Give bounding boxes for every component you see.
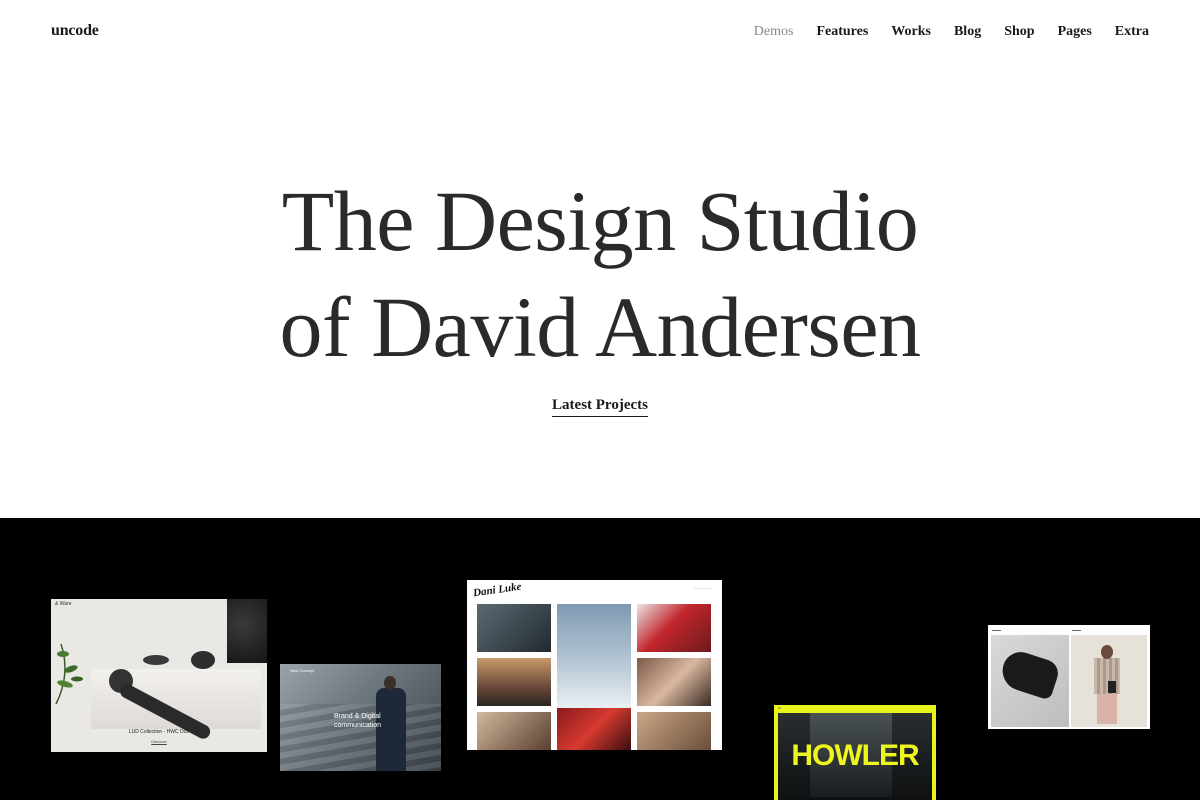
card-label: ▬▬▬: [992, 628, 1001, 632]
nav-item-pages[interactable]: Pages: [1058, 24, 1092, 40]
demo-card-photography[interactable]: Dani Luke — — — — —: [467, 580, 722, 750]
hero-cta-wrapper: Latest Projects: [0, 396, 1200, 417]
card-label: ▬▬▬: [1072, 628, 1081, 632]
howler-wordmark: HOWLER: [791, 739, 919, 772]
site-header: uncode Demos Features Works Blog Shop Pa…: [0, 0, 1200, 66]
nav-item-demos[interactable]: Demos: [754, 24, 794, 40]
card-menu: — — — — —: [693, 586, 712, 590]
bag-image: [1108, 681, 1116, 693]
card-tag: ▪▪▪: [778, 706, 782, 710]
model-head-image: [1101, 645, 1113, 659]
knob-image: [191, 651, 215, 669]
grid-photo: [637, 712, 711, 750]
plant-image: [55, 643, 83, 705]
grid-photo: [637, 604, 711, 652]
hero-title-line-2: of David Andersen: [279, 279, 921, 375]
model-legs-image: [1097, 694, 1117, 724]
grid-photo: [637, 658, 711, 706]
latest-projects-link[interactable]: Latest Projects: [552, 397, 648, 417]
nav-item-works[interactable]: Works: [891, 24, 931, 40]
card-headline: Brand & Digital communication: [334, 712, 381, 730]
card-headline-line-2: communication: [334, 722, 382, 729]
card-logo: Dani Luke: [472, 580, 523, 600]
card-headline-line-1: Brand & Digital: [334, 713, 381, 720]
person-head-image: [384, 676, 396, 690]
card-subcaption: Discover: [151, 739, 167, 744]
demo-card-fashion[interactable]: ▬▬▬ ▬▬▬: [988, 625, 1150, 729]
nav-item-blog[interactable]: Blog: [954, 24, 981, 40]
main-nav: Demos Features Works Blog Shop Pages Ext…: [731, 24, 1149, 40]
grid-photo: [477, 658, 551, 706]
demo-showcase: & Ware LUD Collection - HWC D03 Discover…: [0, 518, 1200, 800]
grid-photo: [477, 604, 551, 652]
nav-item-features[interactable]: Features: [816, 24, 868, 40]
demo-card-hardware[interactable]: & Ware LUD Collection - HWC D03 Discover: [51, 599, 267, 752]
hero-section: The Design Studio of David Andersen Late…: [0, 66, 1200, 518]
knob-image: [143, 655, 169, 665]
card-top-label: Next Concept: [290, 668, 315, 673]
nav-item-shop[interactable]: Shop: [1004, 24, 1034, 40]
site-logo[interactable]: uncode: [51, 22, 99, 40]
nav-item-extra[interactable]: Extra: [1115, 24, 1149, 40]
card-brand: & Ware: [55, 601, 72, 607]
demo-card-business[interactable]: Next Concept Brand & Digital communicati…: [280, 664, 441, 771]
stone-image: [227, 599, 267, 663]
hero-title-line-1: The Design Studio: [281, 173, 919, 269]
card-caption: LUD Collection - HWC D03: [128, 729, 190, 735]
demo-card-howler[interactable]: ▪▪▪ HOWLER: [774, 705, 936, 800]
grid-photo: [477, 712, 551, 750]
model-body-image: [1094, 658, 1120, 694]
hero-title: The Design Studio of David Andersen: [0, 168, 1200, 380]
grid-photo: [557, 708, 631, 750]
